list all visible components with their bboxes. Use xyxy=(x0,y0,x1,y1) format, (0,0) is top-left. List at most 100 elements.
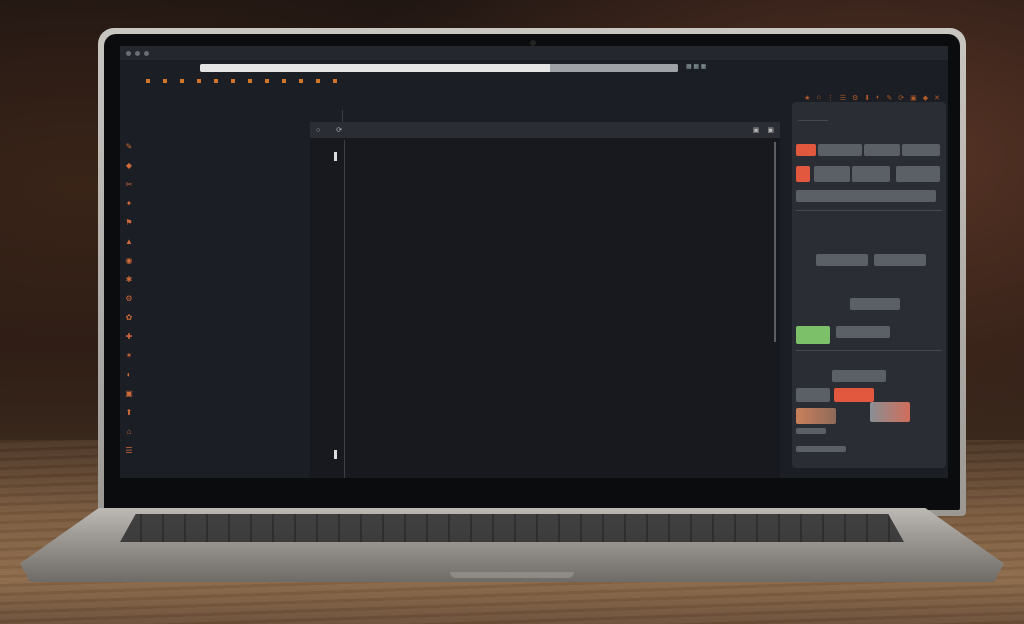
sidebar-tool-icon[interactable]: ✚ xyxy=(126,332,133,341)
bookmark-item[interactable] xyxy=(214,79,221,85)
toolbar-icon[interactable]: ⬇ xyxy=(864,94,870,102)
document-editor[interactable]: ○ ⟳ ▣ ▣ xyxy=(310,122,780,478)
bookmark-favicon-icon xyxy=(214,79,218,84)
toolbar-icon[interactable]: ★ xyxy=(804,94,810,102)
bookmark-favicon-icon xyxy=(265,79,269,84)
toolbar-icon[interactable]: ✎ xyxy=(886,94,892,102)
sidebar-tool-icon[interactable]: ⚑ xyxy=(125,218,132,227)
panel-field[interactable] xyxy=(816,254,868,266)
panel-divider xyxy=(796,210,942,211)
bookmark-favicon-icon xyxy=(146,79,150,84)
sidebar-tool-icon[interactable]: ✦ xyxy=(126,199,133,208)
sidebar-tool-icon[interactable]: ▲ xyxy=(125,237,133,246)
circle-icon[interactable]: ○ xyxy=(316,127,320,134)
panel-icon[interactable]: ▣ xyxy=(767,126,774,134)
panel-field[interactable] xyxy=(796,190,936,202)
bookmark-favicon-icon xyxy=(333,79,337,84)
panel-button[interactable] xyxy=(796,388,830,402)
sidebar-tool-icon[interactable]: ☰ xyxy=(125,446,132,455)
panel-toggle-button[interactable] xyxy=(796,326,830,344)
toolbar-icon[interactable]: ⋮ xyxy=(827,94,834,102)
bookmark-favicon-icon xyxy=(282,79,286,84)
panel-button[interactable] xyxy=(796,144,816,156)
panel-swatch[interactable] xyxy=(796,166,810,182)
bookmark-favicon-icon xyxy=(316,79,320,84)
panel-field[interactable] xyxy=(796,446,846,452)
sidebar-tool-icon[interactable]: ◐ xyxy=(127,370,132,379)
bookmark-item[interactable] xyxy=(248,79,255,85)
sidebar-tool-icon[interactable]: ✿ xyxy=(126,313,133,322)
panel-button[interactable] xyxy=(814,166,850,182)
bookmark-item[interactable] xyxy=(265,79,272,85)
window-maximize-icon[interactable] xyxy=(144,50,149,56)
bookmarks-bar xyxy=(120,76,948,88)
sidebar-tool-icon[interactable]: ⌂ xyxy=(127,427,132,436)
bookmark-item[interactable] xyxy=(282,79,289,85)
editor-toolbar: ★ ⌂ ⋮ ☰ ⚙ ⬇ ◐ ✎ ⟳ ▣ ◆ ✕ xyxy=(804,94,940,102)
editor-scrollbar[interactable] xyxy=(774,142,776,342)
panel-field[interactable] xyxy=(836,326,890,338)
bookmark-favicon-icon xyxy=(231,79,235,84)
sidebar-tool-icon[interactable]: ✱ xyxy=(126,275,133,284)
panel-divider xyxy=(796,350,942,351)
bookmark-item[interactable] xyxy=(333,79,340,85)
refresh-icon[interactable]: ⟳ xyxy=(336,126,342,134)
toolbar-icon[interactable]: ✕ xyxy=(934,94,940,102)
sidebar-tool-icon[interactable]: ▣ xyxy=(125,389,133,398)
bookmark-item[interactable] xyxy=(197,79,204,85)
panel-button[interactable] xyxy=(834,388,874,402)
panel-icon[interactable]: ▣ xyxy=(753,126,760,134)
bookmark-favicon-icon xyxy=(163,79,167,84)
panel-divider xyxy=(798,120,828,121)
bookmark-favicon-icon xyxy=(248,79,252,84)
bookmark-item[interactable] xyxy=(180,79,187,85)
window-close-icon[interactable] xyxy=(126,50,131,56)
panel-field[interactable] xyxy=(796,428,826,434)
editor-body[interactable] xyxy=(348,144,758,178)
bookmark-item[interactable] xyxy=(146,79,153,85)
image-thumbnail[interactable] xyxy=(796,408,836,424)
text-caret xyxy=(334,152,337,161)
bookmark-item[interactable] xyxy=(316,79,323,85)
laptop-screen: ▦ ▦ ▦ ★ ⌂ ⋮ ☰ ⚙ ⬇ ◐ ✎ ⟳ ▣ ◆ ✕ ✎ ◆ ✂ ✦ ⚑ ▲ ◉ ✱ ⚙ ✿ ✚ ✶ ◐ ▣ ⬆ ⌂ ☰ ○ ⟳… xyxy=(120,46,948,478)
bookmark-favicon-icon xyxy=(180,79,184,84)
laptop-keyboard xyxy=(120,514,904,542)
editor-header: ○ ⟳ ▣ ▣ xyxy=(310,122,780,138)
window-minimize-icon[interactable] xyxy=(135,50,140,56)
address-bar-progress xyxy=(550,64,678,72)
toolbar-icon[interactable]: ◆ xyxy=(923,94,928,102)
panel-button[interactable] xyxy=(852,166,890,182)
image-thumbnail[interactable] xyxy=(870,402,910,422)
bookmark-favicon-icon xyxy=(197,79,201,84)
toolbar-icon[interactable]: ◐ xyxy=(876,94,880,102)
sidebar-tool-icon[interactable]: ✂ xyxy=(126,180,133,189)
panel-field[interactable] xyxy=(850,298,900,310)
panel-button[interactable] xyxy=(818,144,862,156)
toolbar-icon[interactable]: ⚙ xyxy=(852,94,858,102)
sidebar-tool-icon[interactable]: ⬆ xyxy=(126,408,133,417)
panel-field[interactable] xyxy=(832,370,886,382)
left-sidebar: ✎ ◆ ✂ ✦ ⚑ ▲ ◉ ✱ ⚙ ✿ ✚ ✶ ◐ ▣ ⬆ ⌂ ☰ xyxy=(122,102,136,478)
toolbar-icon[interactable]: ⟳ xyxy=(898,94,904,102)
panel-button[interactable] xyxy=(864,144,900,156)
toolbar-icon[interactable]: ▣ xyxy=(910,94,917,102)
toolbar-icon[interactable]: ☰ xyxy=(840,94,846,102)
bookmark-item[interactable] xyxy=(299,79,306,85)
properties-panel xyxy=(792,102,946,468)
panel-field[interactable] xyxy=(874,254,926,266)
sidebar-tool-icon[interactable]: ⚙ xyxy=(125,294,132,303)
sidebar-tool-icon[interactable]: ✶ xyxy=(126,351,133,360)
laptop-notch xyxy=(450,572,574,578)
toolbar-icon[interactable]: ⌂ xyxy=(816,94,820,102)
editor-margin-rule xyxy=(344,140,345,478)
sidebar-tool-icon[interactable]: ◆ xyxy=(126,161,132,170)
panel-button[interactable] xyxy=(902,144,940,156)
panel-button[interactable] xyxy=(896,166,940,182)
bookmark-item[interactable] xyxy=(231,79,238,85)
bookmark-favicon-icon xyxy=(299,79,303,84)
text-caret xyxy=(334,450,337,459)
bookmark-item[interactable] xyxy=(163,79,170,85)
address-bar-actions[interactable]: ▦ ▦ ▦ xyxy=(686,63,706,70)
sidebar-tool-icon[interactable]: ✎ xyxy=(126,142,133,151)
sidebar-tool-icon[interactable]: ◉ xyxy=(126,256,133,265)
